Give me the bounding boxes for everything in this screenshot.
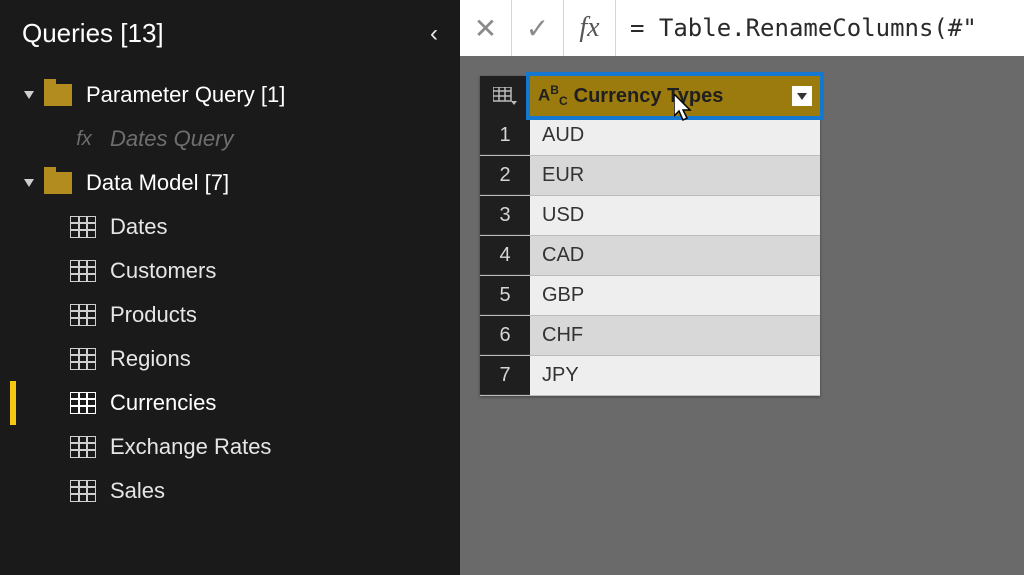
formula-bar: ✕ ✓ fx = Table.RenameColumns(#" — [460, 0, 1024, 56]
chevron-down-icon — [24, 179, 34, 187]
table-icon — [70, 436, 96, 458]
query-tree: Parameter Query [1] fx Dates Query Data … — [0, 73, 460, 513]
query-item-label: Currencies — [110, 390, 216, 416]
cell[interactable]: GBP — [530, 276, 820, 315]
table-row[interactable]: 5 GBP — [480, 276, 820, 316]
table-icon — [70, 216, 96, 238]
text-type-icon: ABC — [538, 83, 568, 108]
cell[interactable]: AUD — [530, 116, 820, 155]
formula-input[interactable]: = Table.RenameColumns(#" — [616, 14, 1024, 42]
grid-header-row: ABC Currency Types — [480, 76, 820, 116]
query-item-label: Dates Query — [110, 126, 234, 152]
query-item-regions[interactable]: Regions — [10, 337, 460, 381]
chevron-down-icon — [24, 91, 34, 99]
folder-label: Parameter Query [1] — [86, 82, 285, 108]
cell[interactable]: JPY — [530, 356, 820, 395]
row-number: 6 — [480, 316, 530, 355]
folder-icon — [44, 172, 72, 194]
column-filter-dropdown[interactable] — [792, 86, 812, 106]
collapse-sidebar-button[interactable]: ‹ — [430, 20, 438, 48]
row-number: 3 — [480, 196, 530, 235]
table-row[interactable]: 7 JPY — [480, 356, 820, 396]
folder-icon — [44, 84, 72, 106]
cell[interactable]: CHF — [530, 316, 820, 355]
table-row[interactable]: 2 EUR — [480, 156, 820, 196]
query-item-currencies[interactable]: Currencies — [10, 381, 460, 425]
cell[interactable]: USD — [530, 196, 820, 235]
row-number: 5 — [480, 276, 530, 315]
query-item-dates[interactable]: Dates — [10, 205, 460, 249]
table-row[interactable]: 4 CAD — [480, 236, 820, 276]
main-pane: ✕ ✓ fx = Table.RenameColumns(#" ABC Curr… — [460, 0, 1024, 575]
data-grid: ABC Currency Types 1 AUD 2 EUR 3 USD 4 C… — [480, 76, 820, 396]
query-item-customers[interactable]: Customers — [10, 249, 460, 293]
query-item-exchange-rates[interactable]: Exchange Rates — [10, 425, 460, 469]
table-row[interactable]: 6 CHF — [480, 316, 820, 356]
query-item-label: Dates — [110, 214, 167, 240]
queries-sidebar: Queries [13] ‹ Parameter Query [1] fx Da… — [0, 0, 460, 575]
query-item-products[interactable]: Products — [10, 293, 460, 337]
query-item-sales[interactable]: Sales — [10, 469, 460, 513]
folder-data-model[interactable]: Data Model [7] — [10, 161, 460, 205]
table-icon — [70, 260, 96, 282]
sidebar-header: Queries [13] ‹ — [0, 0, 460, 73]
query-item-label: Exchange Rates — [110, 434, 271, 460]
query-item-dates-query[interactable]: fx Dates Query — [10, 117, 460, 161]
table-row[interactable]: 3 USD — [480, 196, 820, 236]
sidebar-title: Queries [13] — [22, 18, 164, 49]
column-name-label: Currency Types — [574, 85, 786, 108]
table-icon — [70, 392, 96, 414]
fx-button[interactable]: fx — [564, 0, 616, 56]
table-icon — [70, 480, 96, 502]
query-item-label: Products — [110, 302, 197, 328]
cancel-formula-button[interactable]: ✕ — [460, 0, 512, 56]
column-header-currency-types[interactable]: ABC Currency Types — [530, 76, 820, 116]
table-icon — [70, 304, 96, 326]
row-number: 4 — [480, 236, 530, 275]
table-row[interactable]: 1 AUD — [480, 116, 820, 156]
table-icon — [70, 348, 96, 370]
commit-formula-button[interactable]: ✓ — [512, 0, 564, 56]
row-number: 1 — [480, 116, 530, 155]
cell[interactable]: EUR — [530, 156, 820, 195]
folder-label: Data Model [7] — [86, 170, 229, 196]
grid-body: 1 AUD 2 EUR 3 USD 4 CAD 5 GBP 6 CHF — [480, 116, 820, 396]
select-all-table-button[interactable] — [480, 76, 530, 116]
row-number: 2 — [480, 156, 530, 195]
folder-parameter-query[interactable]: Parameter Query [1] — [10, 73, 460, 117]
row-number: 7 — [480, 356, 530, 395]
query-item-label: Customers — [110, 258, 216, 284]
query-item-label: Sales — [110, 478, 165, 504]
cell[interactable]: CAD — [530, 236, 820, 275]
function-icon: fx — [70, 128, 98, 151]
query-item-label: Regions — [110, 346, 191, 372]
